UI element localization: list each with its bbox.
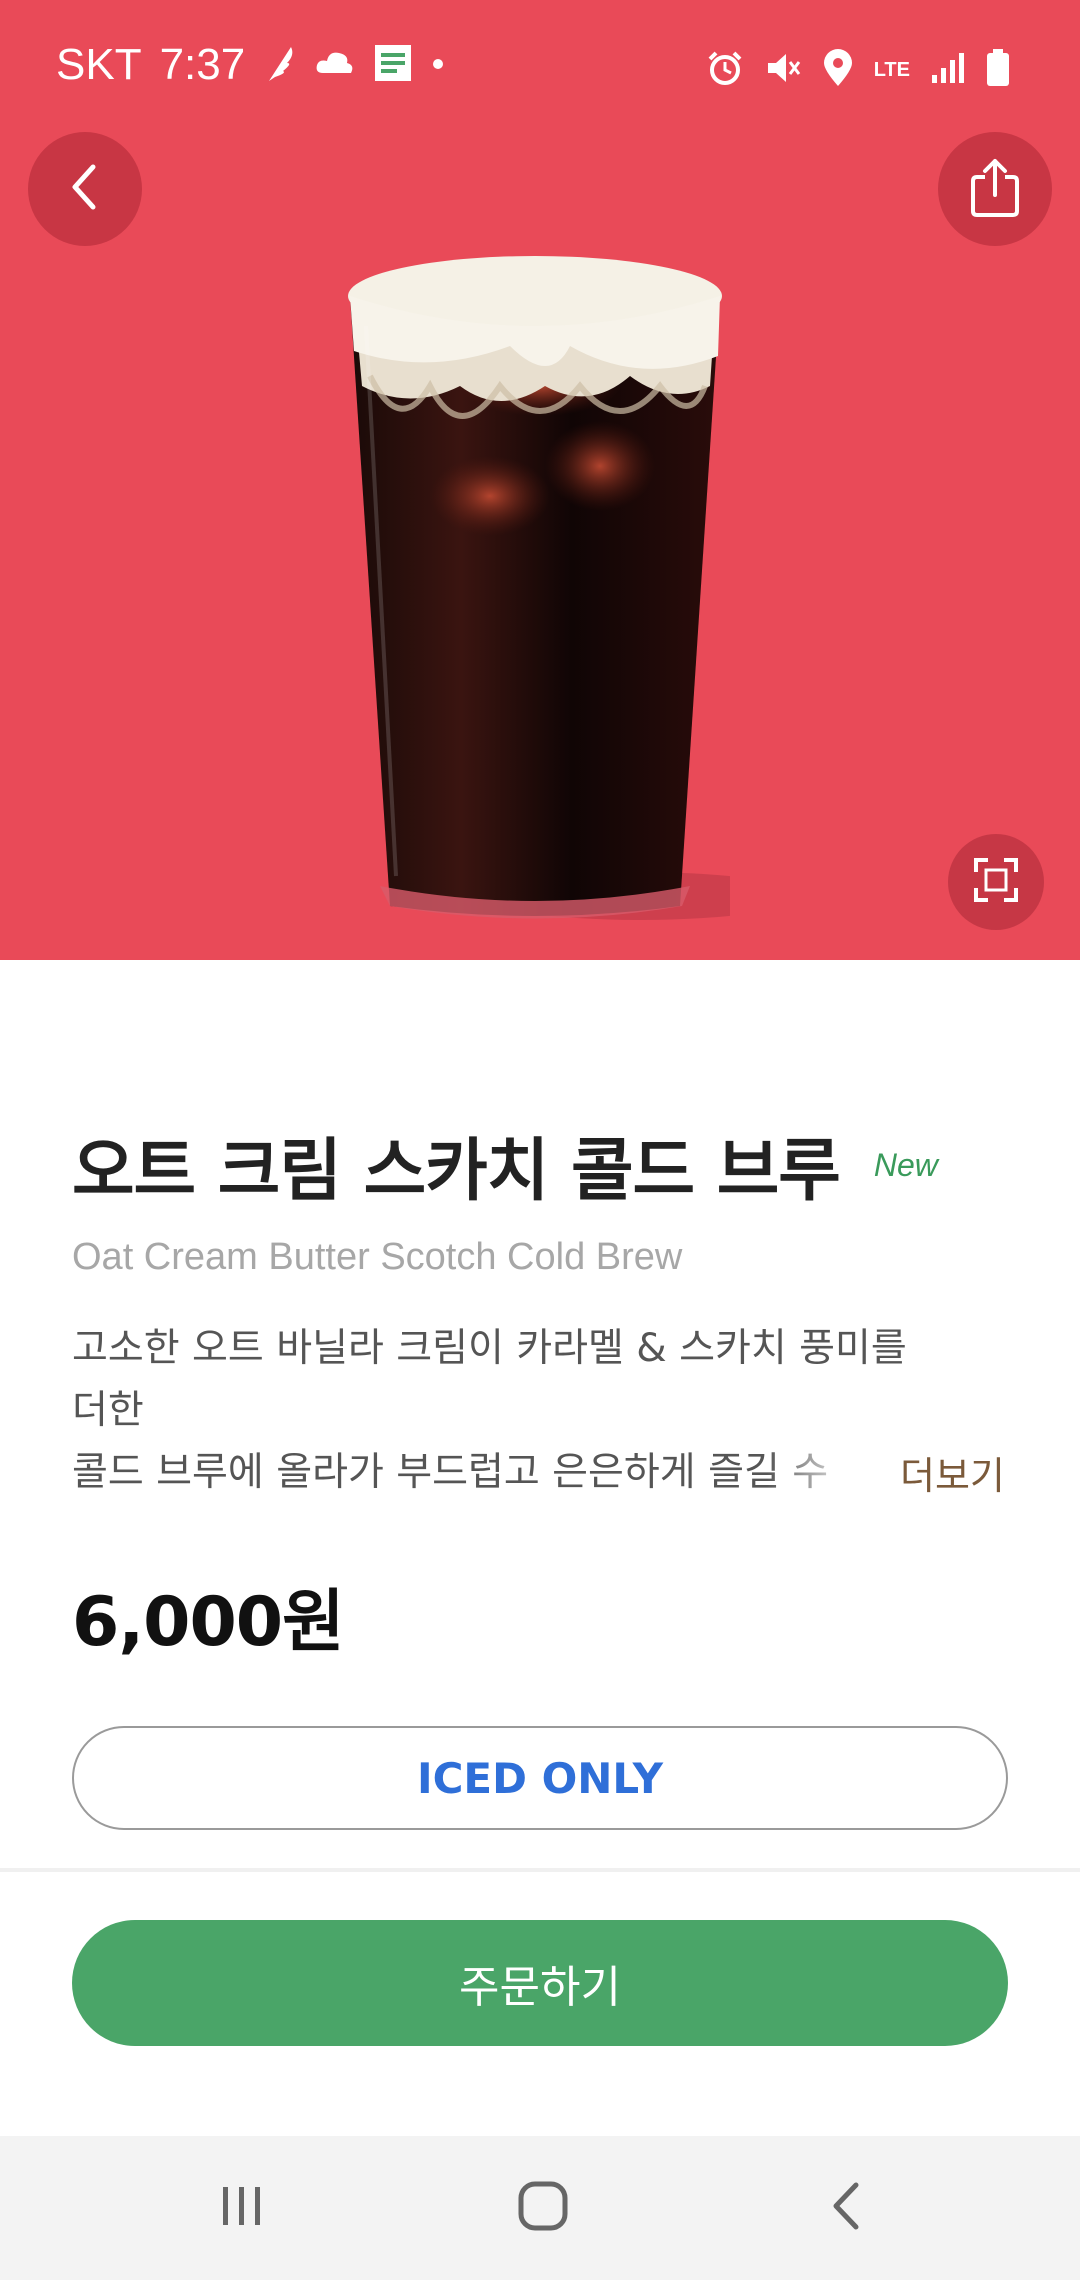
cold-brew-drink-image [340,236,800,936]
order-button-label: 주문하기 [459,1962,621,2013]
new-badge: New [873,1147,938,1183]
home-icon [516,2179,570,2237]
product-image-area: SKT 7:37 LTE [0,0,1080,960]
fullscreen-icon [972,856,1020,908]
lte-label: LTE [873,58,910,81]
product-description: 고소한 오트 바닐라 크림이 카라멜 & 스카치 풍미를 더한 콜드 브루에 올… [72,1318,952,1504]
battery-icon [986,49,1010,91]
iced-only-label: ICED ONLY [416,1753,664,1803]
temperature-option: ICED ONLY [72,1726,1008,1830]
share-button[interactable] [938,132,1052,246]
product-title-row: 오트 크림 스카치 콜드 브루 New [72,1138,938,1206]
mute-icon [764,49,802,91]
divider [0,1868,1080,1872]
signal-icon [930,51,966,89]
expand-image-button[interactable] [948,834,1044,930]
status-right: LTE [706,48,1010,92]
status-bar: SKT 7:37 LTE [0,0,1080,140]
recent-apps-icon [217,2181,267,2235]
location-icon [822,48,854,92]
status-left: SKT 7:37 [56,40,445,90]
alarm-icon [706,49,744,91]
chevron-left-icon [65,161,105,217]
description-line-3: 콜드 브루에 올라가 부드럽고 은은하게 즐길 수 [72,1450,829,1495]
dot-icon [431,56,445,75]
description-line-2: 더한 [72,1388,144,1433]
status-time: 7:37 [159,40,246,89]
back-button[interactable] [28,132,142,246]
product-name: 오트 크림 스카치 콜드 브루 [72,1132,841,1211]
order-button[interactable]: 주문하기 [72,1920,1008,2046]
more-button[interactable]: 더보기 [900,1445,1005,1500]
system-back-button[interactable] [806,2178,886,2238]
back-icon [826,2179,866,2237]
price: 6,000원 [72,1583,345,1662]
product-name-english: Oat Cream Butter Scotch Cold Brew [72,1236,683,1278]
recent-apps-button[interactable] [202,2178,282,2238]
feather-icon [263,41,297,89]
home-button[interactable] [503,2178,583,2238]
system-navigation-bar [0,2136,1080,2280]
app-notification-icon [373,43,413,87]
share-icon [963,155,1027,223]
status-carrier: SKT [56,40,142,89]
cloud-icon [315,49,355,81]
description-line-1: 고소한 오트 바닐라 크림이 카라멜 & 스카치 풍미를 [72,1326,907,1371]
